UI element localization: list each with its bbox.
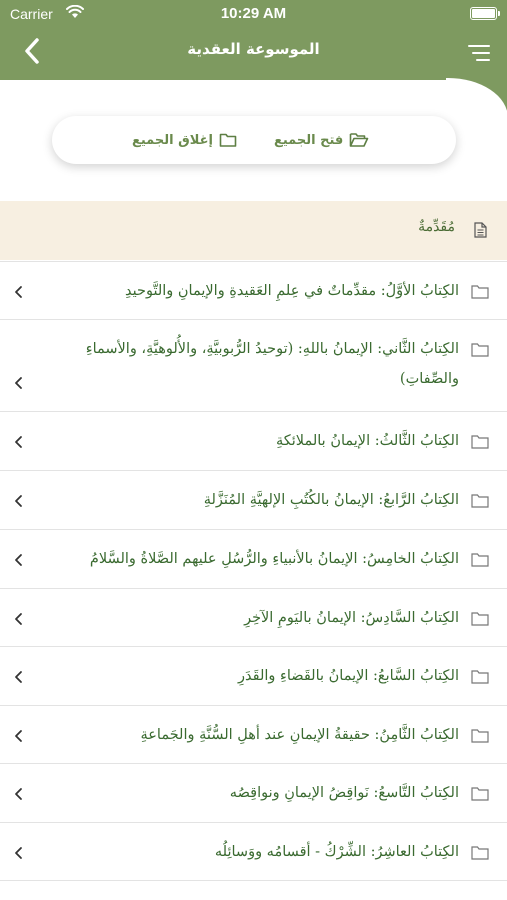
folder-icon bbox=[471, 553, 489, 567]
folder-icon bbox=[471, 494, 489, 508]
chapter-row-7[interactable]: الكِتابُ السَّابعُ: الإيمانُ بالقَضاءِ و… bbox=[0, 646, 507, 705]
chapter-row-10[interactable]: الكِتابُ العاشِرُ: الشِّرْكُ - أقسامُه و… bbox=[0, 822, 507, 880]
chapter-row-3[interactable]: الكِتابُ الثَّالثُ: الإيمانُ بالملائكةِ bbox=[0, 411, 507, 470]
folder-icon bbox=[471, 670, 489, 684]
folder-icon bbox=[471, 787, 489, 801]
chapter-title: الكِتابُ الرَّابعُ: الإيمانُ بالكُتُبِ ا… bbox=[203, 492, 459, 508]
page-title: الموسوعة العقدية bbox=[187, 40, 320, 58]
chevron-left-icon bbox=[15, 788, 22, 800]
chapter-row-4[interactable]: الكِتابُ الرَّابعُ: الإيمانُ بالكُتُبِ ا… bbox=[0, 470, 507, 529]
folder-icon bbox=[219, 133, 237, 147]
chevron-left-icon bbox=[15, 730, 22, 742]
intro-row[interactable]: مُقَدِّمةٌ bbox=[0, 201, 507, 260]
expand-collapse-card: فتح الجميع إغلاق الجميع bbox=[52, 116, 456, 164]
chapter-title: الكِتابُ الثَّاني: الإيمانُ باللهِ: (توح… bbox=[85, 341, 459, 387]
chevron-left-icon bbox=[15, 436, 22, 448]
close-all-button[interactable]: إغلاق الجميع bbox=[132, 130, 237, 150]
folder-icon bbox=[471, 435, 489, 449]
folder-icon bbox=[471, 729, 489, 743]
chapter-title: الكِتابُ الخامِسُ: الإيمانُ بالأنبياءِ و… bbox=[89, 551, 459, 567]
chapter-title: الكِتابُ الأوَّلُ: مقدِّماتٌ في عِلمِ ال… bbox=[125, 283, 459, 299]
chevron-left-icon bbox=[15, 286, 22, 298]
chapter-title: الكِتابُ الثَّامِنُ: حقيقةُ الإيمانِ عند… bbox=[140, 727, 459, 743]
chevron-left-icon bbox=[15, 377, 22, 389]
chapter-row-9[interactable]: الكِتابُ التَّاسعُ: نَواقِضُ الإيمانِ ون… bbox=[0, 763, 507, 822]
chapter-title: الكِتابُ التَّاسعُ: نَواقِضُ الإيمانِ ون… bbox=[229, 785, 459, 801]
chapter-row-partial[interactable] bbox=[0, 880, 507, 900]
chevron-left-icon bbox=[15, 495, 22, 507]
chapter-title: الكِتابُ الثَّالثُ: الإيمانُ بالملائكةِ bbox=[275, 433, 459, 449]
battery-icon bbox=[470, 7, 500, 20]
chapter-title: الكِتابُ السَّادِسُ: الإيمانُ باليَومِ ا… bbox=[244, 610, 459, 626]
document-icon bbox=[474, 222, 487, 242]
chapter-row-5[interactable]: الكِتابُ الخامِسُ: الإيمانُ بالأنبياءِ و… bbox=[0, 529, 507, 588]
chapter-row-8[interactable]: الكِتابُ الثَّامِنُ: حقيقةُ الإيمانِ عند… bbox=[0, 705, 507, 763]
intro-label: مُقَدِّمةٌ bbox=[418, 219, 455, 235]
chapter-title: الكِتابُ السَّابعُ: الإيمانُ بالقَضاءِ و… bbox=[238, 668, 459, 684]
open-all-label: فتح الجميع bbox=[274, 132, 344, 148]
chapter-row-2[interactable]: الكِتابُ الثَّاني: الإيمانُ باللهِ: (توح… bbox=[0, 319, 507, 411]
chapter-row-1[interactable]: الكِتابُ الأوَّلُ: مقدِّماتٌ في عِلمِ ال… bbox=[0, 261, 507, 319]
chevron-left-icon bbox=[15, 847, 22, 859]
folder-open-icon bbox=[350, 133, 369, 147]
status-time: 10:29 AM bbox=[220, 5, 287, 22]
chevron-left-icon bbox=[15, 613, 22, 625]
chevron-left-icon bbox=[15, 671, 22, 683]
close-all-label: إغلاق الجميع bbox=[132, 132, 213, 148]
chapter-row-6[interactable]: الكِتابُ السَّادِسُ: الإيمانُ باليَومِ ا… bbox=[0, 588, 507, 646]
menu-button[interactable] bbox=[467, 44, 491, 62]
folder-icon bbox=[471, 285, 489, 299]
folder-icon bbox=[471, 612, 489, 626]
chapter-title: الكِتابُ العاشِرُ: الشِّرْكُ - أقسامُه و… bbox=[214, 844, 459, 860]
menu-icon bbox=[468, 45, 490, 61]
top-bar-curve bbox=[446, 78, 507, 118]
open-all-button[interactable]: فتح الجميع bbox=[274, 130, 369, 150]
chevron-left-icon bbox=[15, 554, 22, 566]
folder-icon bbox=[471, 343, 489, 357]
status-bar: Carrier 10:29 AM bbox=[0, 0, 507, 28]
folder-icon bbox=[471, 846, 489, 860]
